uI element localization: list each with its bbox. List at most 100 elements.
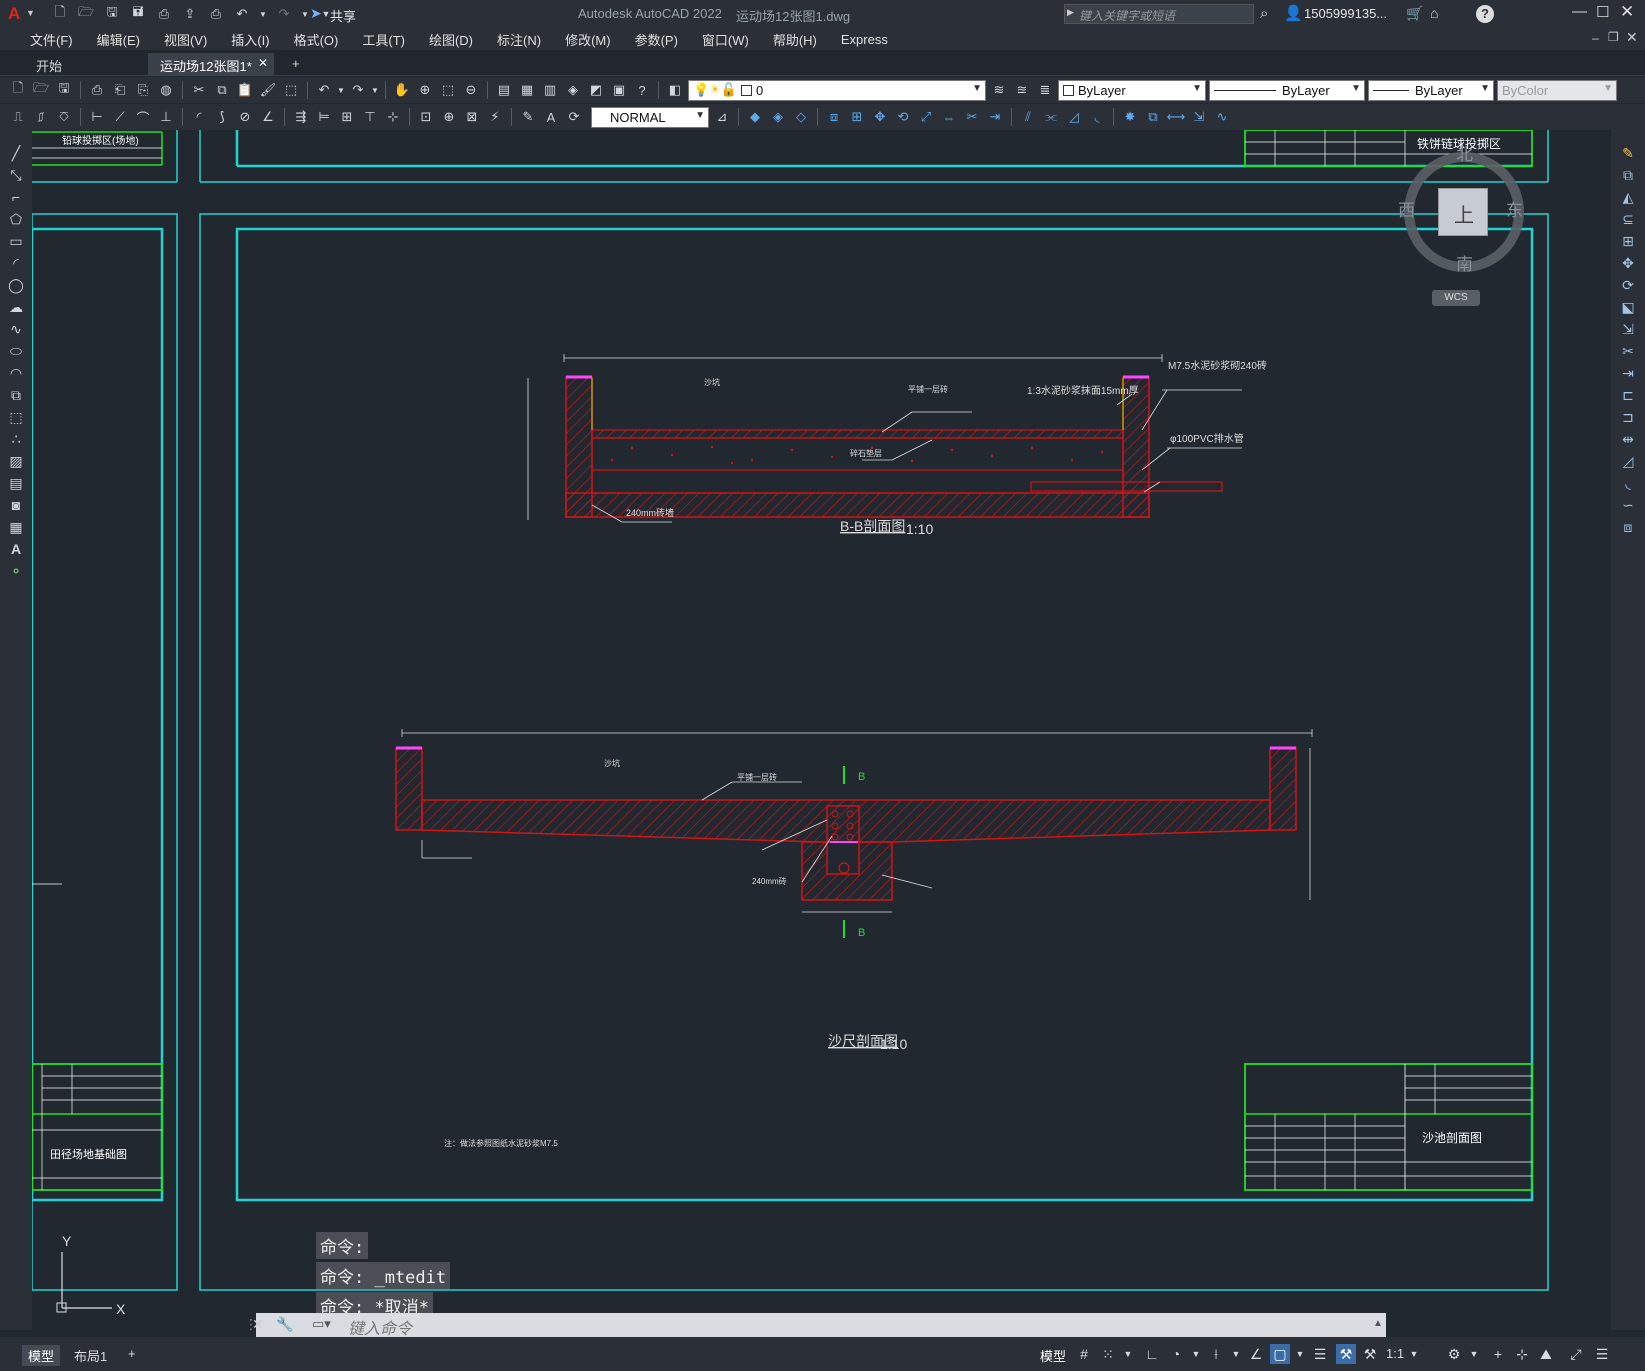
layer-states-icon[interactable]: ≣ (1035, 80, 1055, 100)
dim-break-icon[interactable]: ⊹ (383, 107, 403, 127)
block-editor-icon[interactable]: ⬚ (281, 80, 301, 100)
app-menu-arrow-icon[interactable]: ▼ (26, 8, 35, 18)
model-space-toggle[interactable]: 模型 (1040, 1346, 1066, 1365)
dim-baseline-icon[interactable]: ⊨ (314, 107, 334, 127)
zoom-window-icon[interactable]: ⬚ (438, 80, 458, 100)
qnew-icon[interactable]: 🗋 (8, 80, 28, 100)
zoom-previous-icon[interactable]: ⊖ (461, 80, 481, 100)
viewcube-west[interactable]: 西 (1398, 196, 1415, 221)
offset-icon[interactable]: ⊆ (1618, 210, 1638, 228)
autodesk-a360-icon[interactable]: ⌂ (1430, 5, 1438, 21)
menu-format[interactable]: 格式(O) (282, 30, 351, 49)
redo-dropdown-icon[interactable]: ▼ (371, 80, 379, 100)
dim-radius-icon[interactable]: ◜ (189, 107, 209, 127)
doc-restore-icon[interactable]: ❐ (1608, 30, 1619, 44)
plot-icon[interactable]: ⎙ (87, 80, 107, 100)
osnap-icon[interactable]: ▢ (1270, 1344, 1290, 1364)
redo-icon[interactable]: ↷ (274, 4, 294, 24)
properties-icon[interactable]: ▤ (494, 80, 514, 100)
polygon-icon[interactable]: ⬠ (6, 210, 26, 228)
tool-palettes-icon[interactable]: ▥ (540, 80, 560, 100)
extend-icon[interactable]: ⇥ (985, 107, 1005, 127)
rotate-icon[interactable]: ⟲ (893, 107, 913, 127)
circle-icon[interactable]: ◯ (6, 276, 26, 294)
plot-icon[interactable]: ⎙ (206, 4, 226, 24)
add-selected-icon[interactable]: ⚬ (6, 562, 26, 580)
scale-dropdown-icon[interactable]: ▼ (1404, 1344, 1424, 1364)
save-icon[interactable]: 🖫 (102, 4, 122, 24)
viewcube-east[interactable]: 东 (1506, 196, 1523, 221)
mirror-icon[interactable]: ◭ (1618, 188, 1638, 206)
tab-drawing[interactable]: 运动场12张图1* ✕ (148, 53, 274, 76)
explode-icon[interactable]: ✸ (1120, 107, 1140, 127)
grid-icon[interactable]: # (1074, 1344, 1094, 1364)
edit-spline-icon[interactable]: ∿ (1212, 107, 1232, 127)
viewcube-top-face[interactable]: 上 (1438, 188, 1488, 236)
stretch-icon[interactable]: ⇔ (939, 107, 959, 127)
ucs-world-icon[interactable]: ⎎ (31, 107, 51, 127)
search-box[interactable]: ▶ 键入关键字或短语 (1064, 4, 1254, 24)
ellipse-icon[interactable]: ⬭ (6, 342, 26, 360)
break-icon[interactable]: ⊐ (1618, 408, 1638, 426)
menu-parametric[interactable]: 参数(P) (623, 30, 690, 49)
undo-dropdown-icon[interactable]: ▼ (337, 80, 345, 100)
doc-minimize-icon[interactable]: – (1592, 31, 1599, 45)
spline-icon[interactable]: ∿ (6, 320, 26, 338)
workspace-gear-icon[interactable]: ⚙ (1444, 1344, 1464, 1364)
viewcube-north[interactable]: 北 (1456, 140, 1473, 165)
point-icon[interactable]: ∴ (6, 430, 26, 448)
tab-close-icon[interactable]: ✕ (258, 56, 268, 70)
customize-statusbar-icon[interactable]: ☰ (1592, 1344, 1612, 1364)
draworder-icon[interactable]: ⧉ (1143, 107, 1163, 127)
recent-commands-icon[interactable]: ▭▾ (312, 1316, 331, 1332)
osnap-dropdown-icon[interactable]: ▼ (1290, 1344, 1310, 1364)
dim-arc-icon[interactable]: ⌒ (133, 107, 153, 127)
graphics-performance-icon[interactable]: ⛰ (1536, 1344, 1556, 1364)
add-layout-button[interactable]: + (122, 1345, 142, 1362)
wcs-menu[interactable]: WCS (1432, 290, 1480, 306)
dim-linear-icon[interactable]: ⊢ (87, 107, 107, 127)
blend-curves-icon[interactable]: ∽ (1618, 496, 1638, 514)
layer-dropdown[interactable]: 💡 ☀ 🔓 0 ▼ (688, 79, 986, 101)
plot-preview-icon[interactable]: ⎗ (110, 80, 130, 100)
lineweight-dropdown[interactable]: ByLayer ▼ (1368, 79, 1494, 101)
snap-icon[interactable]: ⁙ (1098, 1344, 1118, 1364)
scale-icon[interactable]: ⤢ (916, 107, 936, 127)
new-file-icon[interactable]: 🗋 (50, 4, 70, 24)
arc-icon[interactable]: ◜ (6, 254, 26, 272)
menu-window[interactable]: 窗口(W) (690, 30, 761, 49)
dim-diameter-icon[interactable]: ⊘ (235, 107, 255, 127)
share-button[interactable]: 共享 (330, 6, 356, 25)
redo-icon[interactable]: ↷ (348, 80, 368, 100)
match-properties-icon[interactable]: 🖌 (258, 80, 278, 100)
doc-close-icon[interactable]: ✕ (1626, 29, 1638, 46)
tab-layout1[interactable]: 布局1 (68, 1345, 113, 1366)
design-center-icon[interactable]: ▦ (517, 80, 537, 100)
break-at-point-icon[interactable]: ⊏ (1618, 386, 1638, 404)
menu-modify[interactable]: 修改(M) (553, 30, 623, 49)
dim-continue-icon[interactable]: ⊞ (337, 107, 357, 127)
isodraft-dropdown-icon[interactable]: ▼ (1226, 1344, 1246, 1364)
line-icon[interactable]: ╱ (6, 144, 26, 162)
redo-dropdown-icon[interactable]: ▼ (300, 4, 310, 24)
fillet-icon[interactable]: ◟ (1087, 107, 1107, 127)
dim-update-icon[interactable]: ⟳ (564, 107, 584, 127)
offset-icon[interactable]: ⧈ (824, 107, 844, 127)
dim-style-icon[interactable]: ⊿ (712, 107, 732, 127)
dim-jogged-icon[interactable]: ⟆ (212, 107, 232, 127)
annotation-visibility-icon[interactable]: ⚒ (1336, 1344, 1356, 1364)
text-style-dropdown[interactable]: NORMAL ▼ (591, 106, 709, 128)
dim-aligned-icon[interactable]: ⟋ (110, 107, 130, 127)
help-icon[interactable]: ? (632, 80, 652, 100)
markup-icon[interactable]: ◩ (586, 80, 606, 100)
inspect-icon[interactable]: ⊠ (462, 107, 482, 127)
units-icon[interactable]: ⊹ (1512, 1344, 1532, 1364)
insert-block-icon[interactable]: ⧉ (6, 386, 26, 404)
open-icon[interactable]: 🗁 (31, 80, 51, 100)
user-icon[interactable]: 👤 (1284, 4, 1303, 22)
close-icon[interactable]: ✕ (1620, 2, 1634, 22)
undo-dropdown-icon[interactable]: ▼ (258, 4, 268, 24)
rectangle-icon[interactable]: ▭ (6, 232, 26, 250)
export-icon[interactable]: ⇪ (180, 4, 200, 24)
move-icon[interactable]: ✥ (870, 107, 890, 127)
